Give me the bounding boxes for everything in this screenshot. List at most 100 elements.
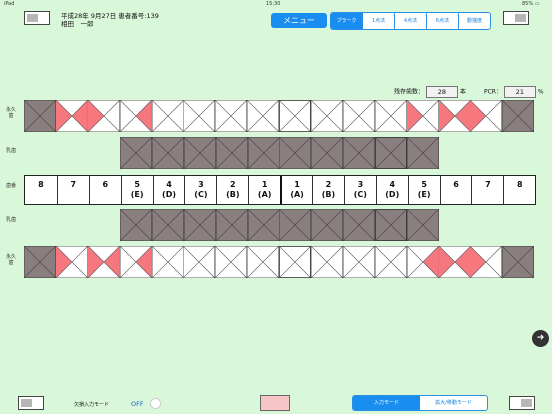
tooth-cell[interactable] bbox=[247, 100, 280, 132]
missing-input-mode-value: OFF bbox=[131, 400, 144, 408]
tooth-cell[interactable] bbox=[470, 100, 503, 132]
tooth-cell[interactable] bbox=[374, 246, 407, 278]
tooth-number: 5 bbox=[134, 180, 140, 189]
tooth-cell[interactable] bbox=[55, 246, 88, 278]
tab-0[interactable]: プラーク bbox=[331, 13, 362, 29]
tooth-cell[interactable] bbox=[342, 100, 375, 132]
tooth-number: 8 bbox=[38, 180, 44, 189]
label-permanent-lower: 永久歯 bbox=[5, 254, 16, 266]
tooth-cell[interactable] bbox=[407, 209, 439, 241]
pcr-unit: % bbox=[537, 88, 544, 96]
tooth-number-cell: 5 (E) bbox=[407, 176, 440, 204]
tooth-cell[interactable] bbox=[87, 100, 120, 132]
tab-4[interactable]: 動揺度 bbox=[458, 13, 490, 29]
tooth-cell[interactable] bbox=[215, 137, 248, 169]
tooth-cell[interactable] bbox=[374, 100, 407, 132]
tooth-number-cell: 6 bbox=[88, 176, 121, 204]
tooth-cell[interactable] bbox=[247, 209, 280, 241]
tooth-cell[interactable] bbox=[24, 246, 56, 278]
tooth-number: 3 bbox=[198, 180, 204, 189]
tooth-cell[interactable] bbox=[342, 246, 375, 278]
tooth-number: 4 bbox=[166, 180, 172, 189]
tooth-cell[interactable] bbox=[183, 209, 216, 241]
tooth-letter: (D) bbox=[162, 190, 176, 199]
tooth-cell[interactable] bbox=[183, 137, 216, 169]
bottom-right-view-button[interactable] bbox=[509, 396, 535, 410]
tooth-cell[interactable] bbox=[311, 100, 343, 132]
tooth-cell[interactable] bbox=[343, 137, 376, 169]
zoom-move-mode-button[interactable]: 拡大/移動モード bbox=[420, 396, 487, 410]
tooth-letter: (C) bbox=[353, 190, 367, 199]
tooth-cell[interactable] bbox=[406, 246, 439, 278]
remaining-unit: 本 bbox=[459, 88, 466, 96]
tooth-cell[interactable] bbox=[375, 209, 408, 241]
tooth-cell[interactable] bbox=[120, 209, 152, 241]
menu-button[interactable]: メニュー bbox=[271, 13, 327, 28]
tooth-number-cell: 7 bbox=[471, 176, 503, 204]
lower-deciduous-row bbox=[120, 209, 439, 241]
tooth-cell[interactable] bbox=[215, 246, 248, 278]
tooth-cell[interactable] bbox=[151, 246, 184, 278]
patient-info: 平成28年 9月27日 患者番号:139 相田 一郎 bbox=[61, 12, 159, 28]
label-permanent-upper: 永久歯 bbox=[5, 107, 16, 119]
tooth-cell[interactable] bbox=[247, 137, 280, 169]
tooth-cell[interactable] bbox=[151, 137, 184, 169]
tooth-number: 6 bbox=[453, 180, 459, 189]
tooth-cell[interactable] bbox=[151, 100, 184, 132]
tooth-cell[interactable] bbox=[279, 246, 312, 278]
tooth-letter: (E) bbox=[417, 190, 431, 199]
selected-color-swatch[interactable] bbox=[260, 395, 290, 411]
tab-2[interactable]: 4点法 bbox=[394, 13, 426, 29]
tooth-cell[interactable] bbox=[279, 100, 312, 132]
tooth-cell[interactable] bbox=[407, 137, 439, 169]
tooth-cell[interactable] bbox=[375, 137, 408, 169]
patient-date-id: 平成28年 9月27日 患者番号:139 bbox=[61, 12, 159, 20]
tooth-cell[interactable] bbox=[343, 209, 376, 241]
tooth-cell[interactable] bbox=[502, 100, 535, 132]
tooth-number: 8 bbox=[517, 180, 523, 189]
tooth-cell[interactable] bbox=[502, 246, 535, 278]
tooth-cell[interactable] bbox=[120, 137, 152, 169]
pcr-label: PCR： bbox=[484, 88, 502, 96]
label-deciduous-lower: 乳歯 bbox=[5, 217, 16, 223]
tab-1[interactable]: 1点法 bbox=[362, 13, 394, 29]
lower-permanent-row bbox=[24, 246, 535, 278]
tooth-cell[interactable] bbox=[406, 100, 439, 132]
tooth-cell[interactable] bbox=[55, 100, 88, 132]
tooth-cell[interactable] bbox=[311, 246, 343, 278]
top-right-view-button[interactable] bbox=[503, 11, 529, 25]
remaining-label: 残存歯数： bbox=[394, 88, 425, 96]
tooth-cell[interactable] bbox=[311, 209, 344, 241]
tooth-letter: (A) bbox=[257, 190, 272, 199]
tooth-cell[interactable] bbox=[215, 100, 248, 132]
pcr-value: 21 bbox=[503, 86, 536, 98]
tooth-cell[interactable] bbox=[119, 246, 152, 278]
tab-3[interactable]: 6点法 bbox=[426, 13, 458, 29]
tooth-number-cell: 2 (B) bbox=[312, 176, 344, 204]
tooth-cell[interactable] bbox=[87, 246, 120, 278]
tooth-number: 6 bbox=[102, 180, 109, 189]
tooth-cell[interactable] bbox=[279, 137, 312, 169]
missing-input-mode-label: 欠損入力モード bbox=[74, 402, 110, 408]
tooth-cell[interactable] bbox=[438, 100, 471, 132]
tooth-cell[interactable] bbox=[183, 100, 216, 132]
tooth-cell[interactable] bbox=[119, 100, 152, 132]
tooth-cell[interactable] bbox=[470, 246, 503, 278]
tooth-cell[interactable] bbox=[183, 246, 216, 278]
bottom-left-view-button[interactable] bbox=[18, 396, 44, 410]
input-mode-button[interactable]: 入力モード bbox=[353, 396, 420, 410]
left-arrow-icon[interactable]: ➜ bbox=[532, 330, 549, 347]
tooth-cell[interactable] bbox=[247, 246, 280, 278]
tooth-number: 5 bbox=[421, 180, 427, 189]
tooth-cell[interactable] bbox=[151, 209, 184, 241]
upper-deciduous-row bbox=[120, 137, 439, 169]
tooth-cell[interactable] bbox=[215, 209, 248, 241]
top-left-view-button[interactable] bbox=[24, 11, 50, 25]
tooth-cell[interactable] bbox=[311, 137, 344, 169]
label-tooth-number: 歯番 bbox=[5, 183, 16, 189]
pcr-counter: PCR： 21 % bbox=[484, 86, 544, 98]
tooth-cell[interactable] bbox=[438, 246, 471, 278]
missing-input-mode-toggle[interactable] bbox=[150, 398, 161, 409]
tooth-cell[interactable] bbox=[279, 209, 312, 241]
tooth-cell[interactable] bbox=[24, 100, 56, 132]
